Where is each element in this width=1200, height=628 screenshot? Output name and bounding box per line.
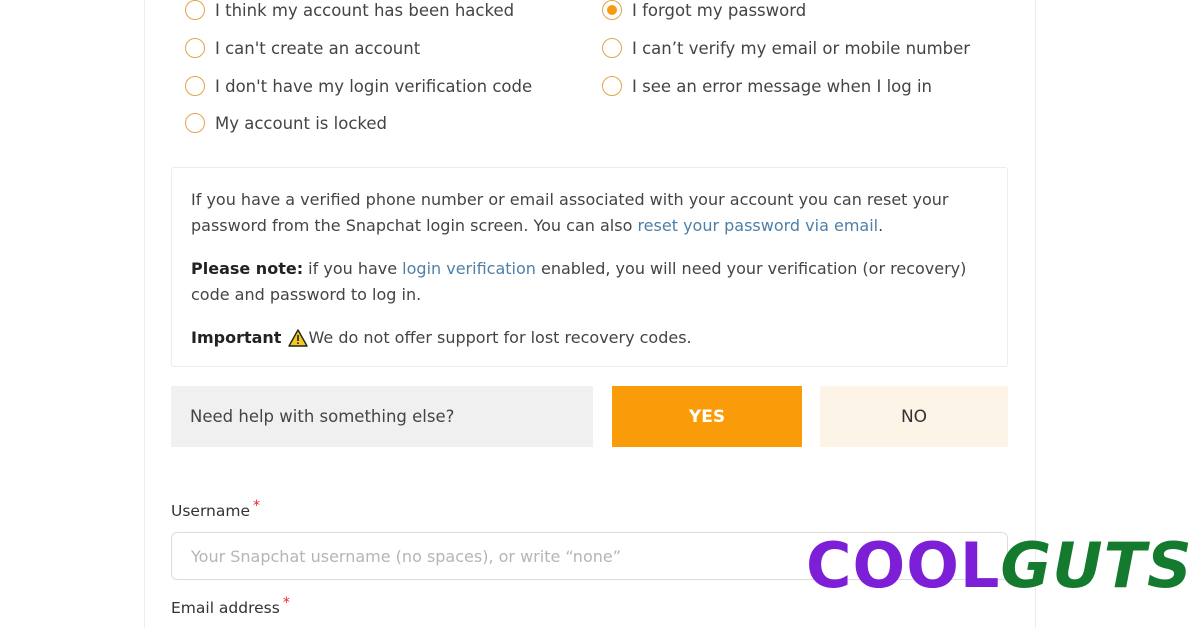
info-paragraph-note: Please note: if you have login verificat… [191, 256, 987, 308]
help-question-text: Need help with something else? [190, 407, 455, 426]
username-label: Username * [171, 498, 260, 520]
email-label-text: Email address [171, 599, 280, 617]
important-label: Important [191, 328, 282, 347]
watermark-cool: COOL [806, 529, 1001, 602]
yes-button[interactable]: YES [612, 386, 802, 447]
option-error-message[interactable]: I see an error message when I log in [602, 76, 932, 96]
reset-password-email-link[interactable]: reset your password via email [637, 216, 878, 235]
option-no-verification-code[interactable]: I don't have my login verification code [185, 76, 532, 96]
radio-button-icon[interactable] [602, 76, 622, 96]
option-label: I can't create an account [215, 38, 421, 58]
option-label: I see an error message when I log in [632, 76, 933, 96]
username-label-text: Username [171, 502, 251, 520]
radio-button-icon[interactable] [185, 76, 205, 96]
watermark-guts: GUTS [1000, 529, 1193, 602]
radio-button-icon[interactable] [185, 113, 205, 133]
info-box: If you have a verified phone number or e… [171, 167, 1008, 367]
info-text: if you have [303, 259, 403, 278]
option-account-hacked[interactable]: I think my account has been hacked [185, 0, 514, 20]
option-forgot-password[interactable]: I forgot my password [602, 0, 806, 20]
required-asterisk: * [253, 498, 261, 514]
radio-button-icon[interactable] [185, 38, 205, 58]
help-question: Need help with something else? [171, 386, 593, 447]
option-cant-verify-contact[interactable]: I can’t verify my email or mobile number [602, 38, 970, 58]
info-text: We do not offer support for lost recover… [308, 328, 692, 347]
option-label: I think my account has been hacked [215, 0, 515, 20]
option-label: My account is locked [215, 113, 387, 133]
no-button[interactable]: NO [820, 386, 1008, 447]
radio-button-icon[interactable] [185, 0, 205, 20]
option-label: I can’t verify my email or mobile number [632, 38, 971, 58]
required-asterisk: * [282, 595, 290, 611]
coolguts-watermark: COOLGUTS [806, 528, 1193, 604]
option-label: I don't have my login verification code [215, 76, 533, 96]
support-page: I think my account has been hacked I for… [0, 0, 1200, 628]
radio-button-selected-icon[interactable] [602, 0, 622, 20]
info-paragraph-reset: If you have a verified phone number or e… [191, 187, 987, 239]
option-cant-create-account[interactable]: I can't create an account [185, 38, 420, 58]
info-text: . [878, 216, 884, 235]
login-verification-link[interactable]: login verification [402, 259, 536, 278]
option-account-locked[interactable]: My account is locked [185, 113, 387, 133]
email-label: Email address * [171, 595, 290, 617]
note-label: Please note: [191, 259, 304, 278]
warning-icon [287, 329, 308, 355]
option-label: I forgot my password [632, 0, 807, 20]
radio-button-icon[interactable] [602, 38, 622, 58]
info-paragraph-important: Important We do not offer support for lo… [191, 325, 987, 355]
